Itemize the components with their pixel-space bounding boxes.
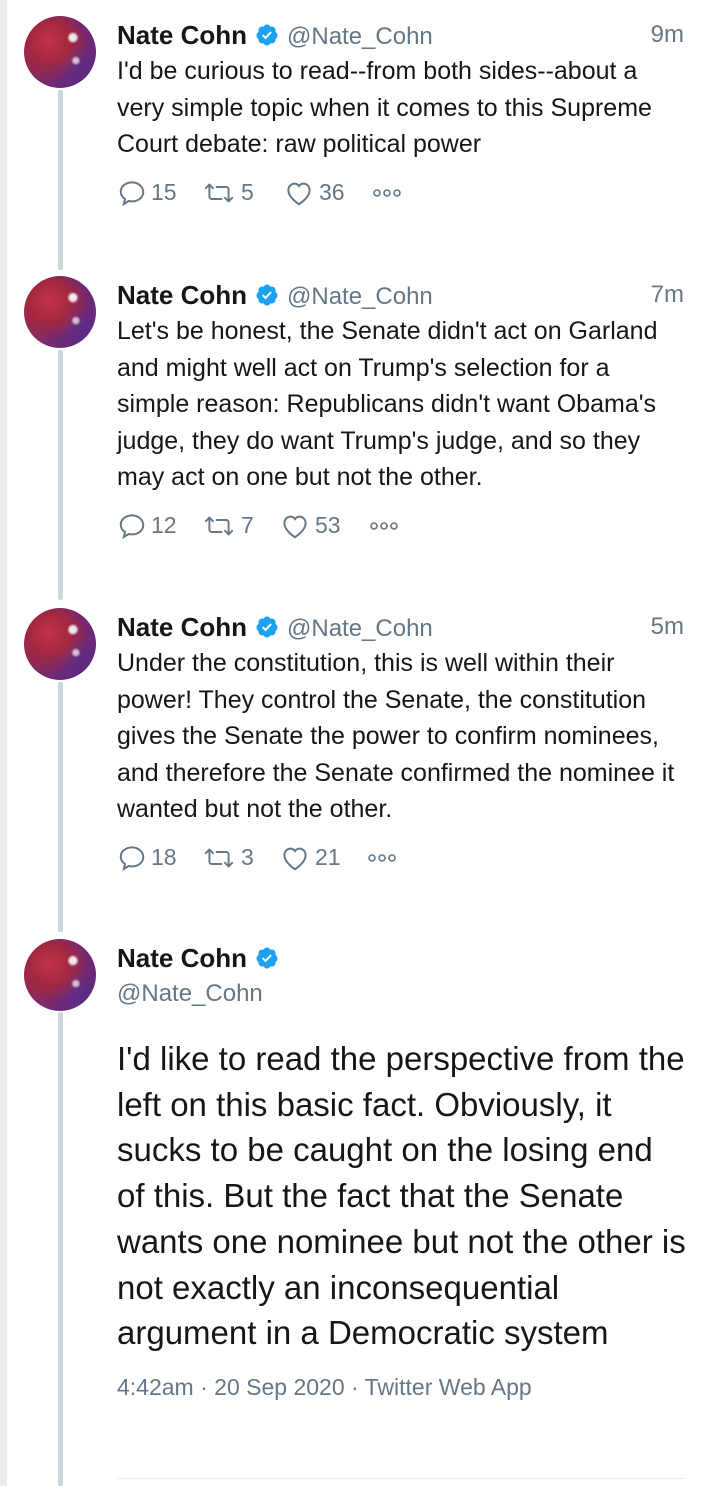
like-button[interactable]: 36 [283,173,345,213]
display-name[interactable]: Nate Cohn [117,20,247,50]
tweet-timestamp[interactable]: 9m [651,17,684,53]
retweet-button[interactable]: 5 [201,173,254,213]
tweet-text: Under the constitution, this is well wit… [117,649,675,823]
more-icon [373,188,401,197]
reply-count: 12 [151,512,177,538]
tweet-text: I'd be curious to read--from both sides-… [117,57,652,158]
like-count: 53 [315,512,341,538]
like-button[interactable]: 21 [279,838,341,878]
retweet-button[interactable]: 7 [201,506,254,546]
retweet-icon [204,516,234,535]
meta-separator: · [344,1373,365,1400]
reply-count: 15 [151,179,177,205]
more-button[interactable] [372,173,402,213]
tweet-source[interactable]: Twitter Web App [365,1374,532,1400]
verified-badge-icon [256,24,278,46]
thread-connector-line [58,350,63,600]
thread-connector-line [58,1012,63,1486]
reply-icon [119,513,145,539]
display-name[interactable]: Nate Cohn [117,612,247,642]
retweet-count: 3 [241,844,254,870]
avatar[interactable] [24,16,96,88]
verified-badge-icon [256,947,278,969]
user-handle[interactable]: @Nate_Cohn [287,615,433,642]
tweet-header: Nate Cohn @Nate_Cohn 9m [117,17,687,53]
display-name[interactable]: Nate Cohn [117,943,247,973]
tweet-text: I'd like to read the perspective from th… [117,1040,686,1352]
tweet-actions: 15 5 36 [117,173,687,213]
meta-separator: · [193,1373,215,1400]
avatar[interactable] [24,939,96,1011]
left-edge-divider [0,0,7,1486]
tweet-actions: 18 3 21 [117,838,687,878]
reply-button[interactable]: 12 [117,506,177,546]
avatar[interactable] [24,276,96,348]
avatar[interactable] [24,608,96,680]
retweet-count: 7 [241,512,254,538]
like-count: 36 [319,179,345,205]
tweet-header: Nate Cohn @Nate_Cohn 5m [117,609,687,645]
retweet-button[interactable]: 3 [201,838,254,878]
tweet-timestamp[interactable]: 7m [651,277,684,313]
user-handle[interactable]: @Nate_Cohn [287,23,433,50]
reply-icon [119,180,145,206]
like-button[interactable]: 53 [279,506,341,546]
tweet-actions: 12 7 53 [117,506,687,546]
like-count: 21 [315,844,341,870]
reply-button[interactable]: 15 [117,173,177,213]
tweet-text: Let's be honest, the Senate didn't act o… [117,317,658,491]
retweet-icon [204,848,234,867]
retweet-icon [204,183,234,202]
tweet-timestamp[interactable]: 5m [651,609,684,645]
more-button[interactable] [367,838,397,878]
verified-badge-icon [256,616,278,638]
verified-badge-icon [256,284,278,306]
like-icon [283,515,307,538]
like-icon [287,182,311,205]
tweet-header: Nate Cohn [117,940,687,976]
user-handle[interactable]: @Nate_Cohn [287,283,433,310]
tweet-metadata: 4:42am · 20 Sep 2020 · Twitter Web App [117,1374,687,1401]
tweet-date[interactable]: 20 Sep 2020 [214,1374,344,1400]
reply-icon [119,845,145,871]
thread-tweet[interactable]: Nate Cohn @Nate_Cohn 9m I'd be curious to… [117,17,687,213]
divider [117,1478,684,1479]
retweet-count: 5 [241,179,254,205]
thread-tweet[interactable]: Nate Cohn @Nate_Cohn 7m Let's be honest, … [117,277,687,546]
more-icon [368,853,396,862]
like-icon [283,847,307,870]
tweet-time[interactable]: 4:42am [117,1374,194,1400]
display-name[interactable]: Nate Cohn [117,280,247,310]
thread-connector-line [58,90,63,270]
more-button[interactable] [369,506,399,546]
more-icon [370,521,398,530]
main-tweet[interactable]: Nate Cohn @Nate_Cohn I'd like to read th… [117,940,687,1401]
reply-count: 18 [151,844,177,870]
tweet-header: Nate Cohn @Nate_Cohn 7m [117,277,687,313]
reply-button[interactable]: 18 [117,838,177,878]
thread-connector-line [58,682,63,932]
thread-tweet[interactable]: Nate Cohn @Nate_Cohn 5m Under the constit… [117,609,687,878]
user-handle[interactable]: @Nate_Cohn [117,976,687,1012]
